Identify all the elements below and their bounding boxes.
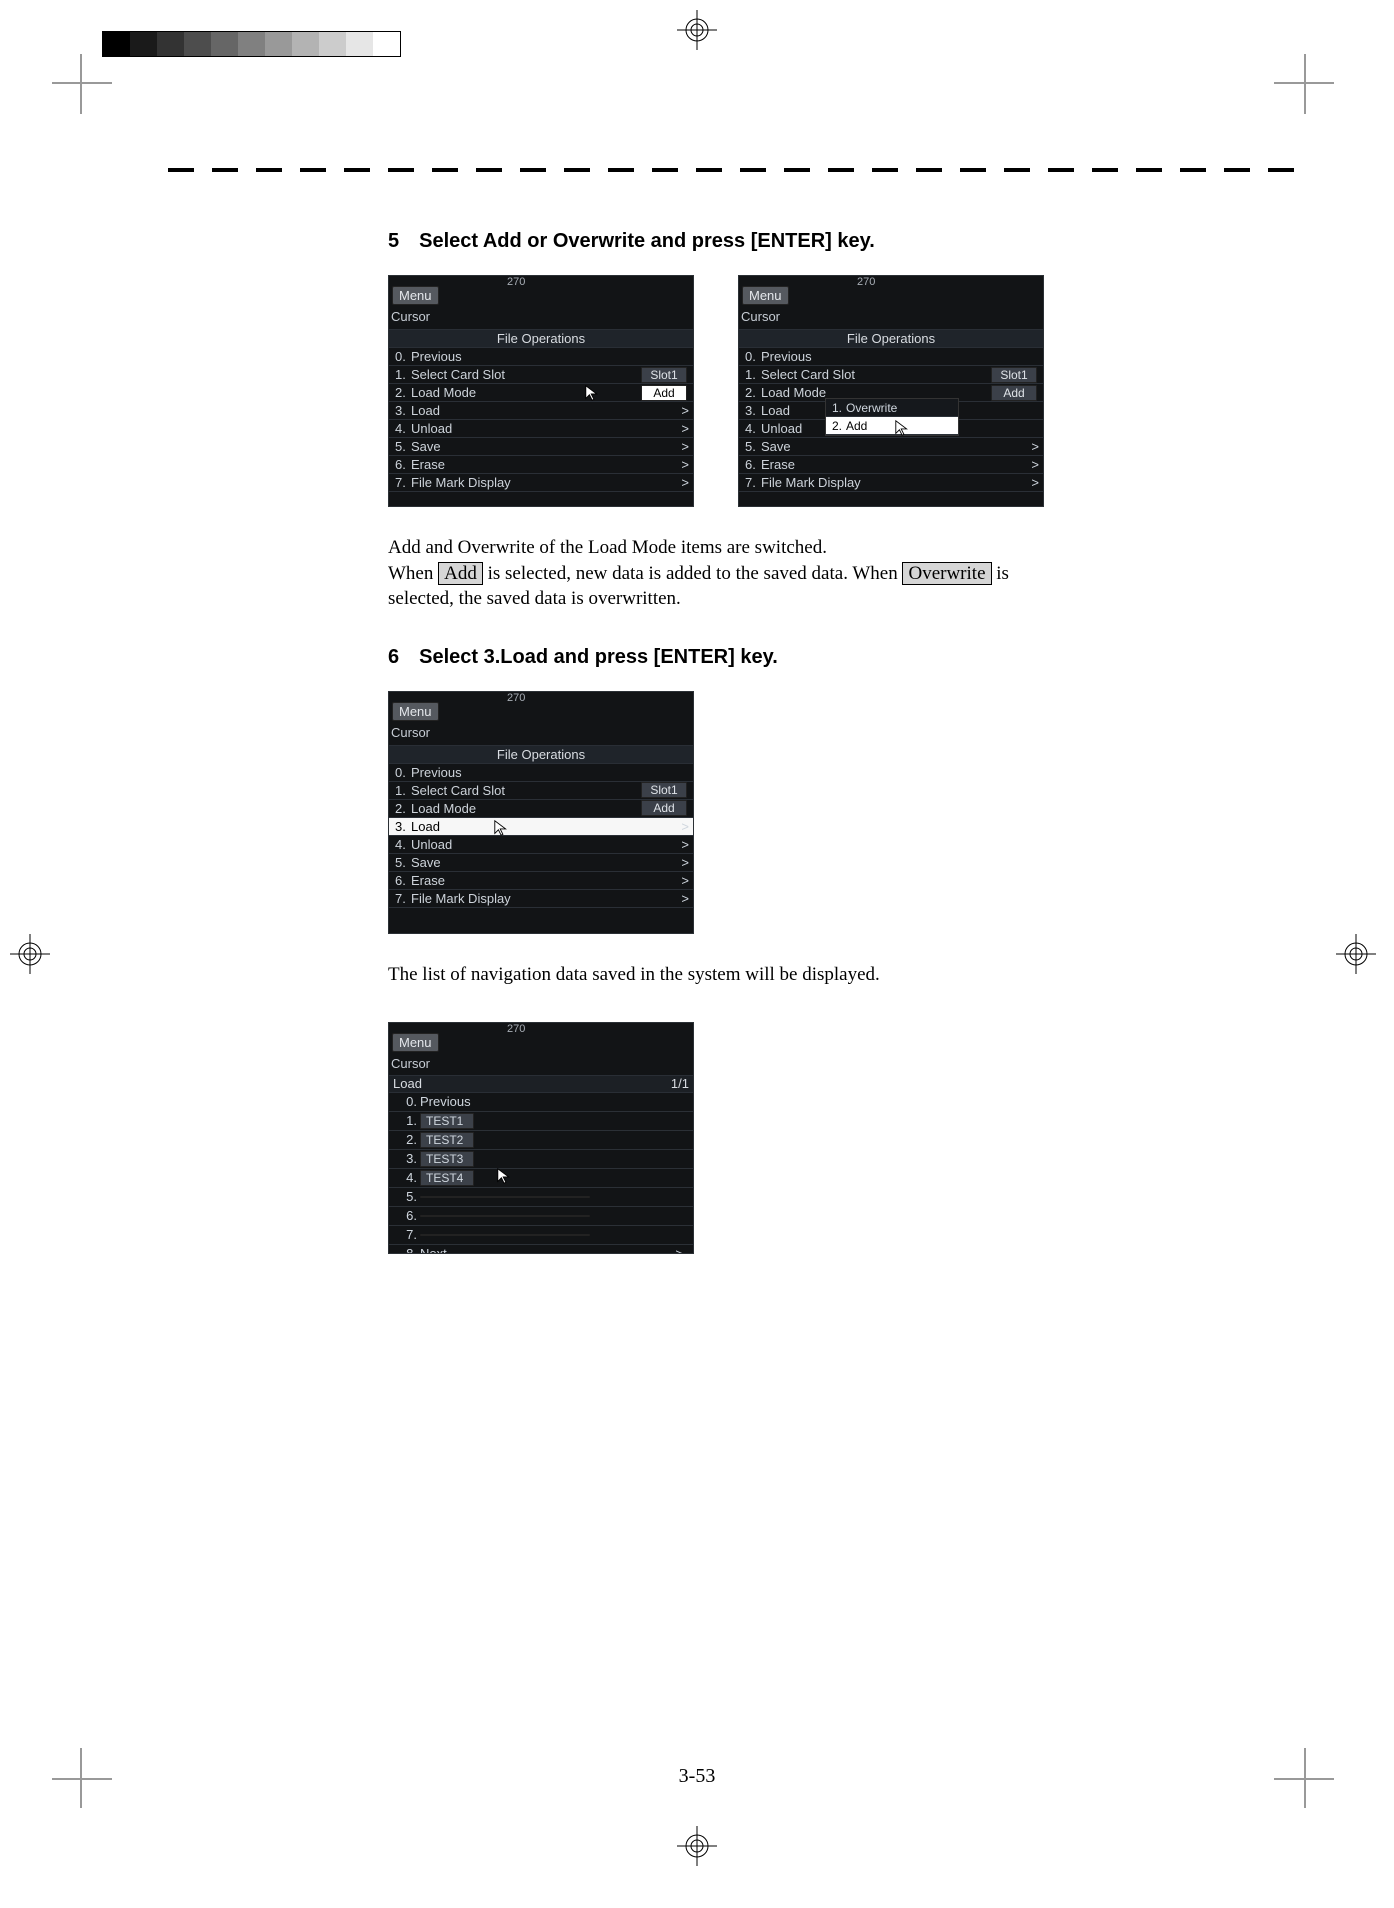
screenshot-file-operations-add: 270 Menu Cursor File Operations 0.Previo… bbox=[388, 275, 694, 507]
menu-item-select-card-slot[interactable]: 1.Select Card SlotSlot1 bbox=[389, 782, 693, 800]
load-mode-value: Add bbox=[641, 800, 687, 816]
chevron-right-icon: > bbox=[1031, 457, 1039, 472]
step-5-heading: 5 Select Add or Overwrite and press [ENT… bbox=[388, 230, 1148, 253]
cursor-pointer-icon bbox=[584, 384, 602, 402]
cursor-pointer-icon bbox=[493, 819, 511, 837]
compass-heading: 270 bbox=[507, 276, 525, 288]
menu-item-erase[interactable]: 6.Erase> bbox=[389, 872, 693, 890]
menu-item-save[interactable]: 5.Save> bbox=[389, 854, 693, 872]
load-item-next[interactable]: 8.Next> bbox=[389, 1245, 693, 1254]
compass-heading: 270 bbox=[507, 692, 525, 704]
load-item-3[interactable]: 3.TEST3 bbox=[389, 1150, 693, 1169]
menu-item-load[interactable]: 3.Load> bbox=[389, 818, 693, 836]
menu-item-select-card-slot[interactable]: 1.Select Card SlotSlot1 bbox=[389, 366, 693, 384]
menu-button[interactable]: Menu bbox=[392, 286, 439, 305]
slot-value: Slot1 bbox=[991, 367, 1037, 383]
menu-title: File Operations bbox=[389, 745, 693, 764]
menu-item-erase[interactable]: 6.Erase> bbox=[739, 456, 1043, 474]
chevron-right-icon: > bbox=[681, 819, 689, 834]
grayscale-calibration-bar bbox=[102, 31, 401, 57]
menu-item-previous[interactable]: 0.Previous bbox=[389, 764, 693, 782]
cursor-label: Cursor bbox=[391, 1056, 430, 1071]
cursor-pointer-icon bbox=[894, 419, 912, 437]
menu-item-file-mark-display[interactable]: 7.File Mark Display> bbox=[389, 474, 693, 492]
compass-heading: 270 bbox=[507, 1023, 525, 1035]
menu-item-load[interactable]: 3.Load> bbox=[389, 402, 693, 420]
load-item-1[interactable]: 1.TEST1 bbox=[389, 1112, 693, 1131]
crop-mark-icon bbox=[1274, 1748, 1354, 1828]
screenshot-file-operations-load: 270 Menu Cursor File Operations 0.Previo… bbox=[388, 691, 694, 934]
registration-mark-icon bbox=[677, 10, 717, 50]
load-mode-popup: 1.Overwrite 2.Add bbox=[825, 398, 959, 436]
chevron-right-icon: > bbox=[681, 837, 689, 852]
load-item-previous[interactable]: 0.Previous bbox=[389, 1093, 693, 1112]
registration-mark-icon bbox=[10, 934, 50, 974]
crop-mark-icon bbox=[32, 1748, 112, 1828]
step-6-heading: 6 Select 3.Load and press [ENTER] key. bbox=[388, 646, 1148, 669]
menu-item-save[interactable]: 5.Save> bbox=[739, 438, 1043, 456]
step-number: 5 bbox=[388, 230, 399, 253]
menu-item-file-mark-display[interactable]: 7.File Mark Display> bbox=[389, 890, 693, 908]
step-6-explanation: The list of navigation data saved in the… bbox=[388, 962, 1148, 988]
chevron-right-icon: > bbox=[681, 403, 689, 418]
popup-option-overwrite[interactable]: 1.Overwrite bbox=[826, 399, 958, 417]
menu-button[interactable]: Menu bbox=[392, 702, 439, 721]
menu-item-previous[interactable]: 0.Previous bbox=[739, 348, 1043, 366]
chevron-right-icon: > bbox=[681, 457, 689, 472]
menu-item-load-mode[interactable]: 2.Load ModeAdd bbox=[389, 800, 693, 818]
menu-title: File Operations bbox=[389, 329, 693, 348]
menu-item-erase[interactable]: 6.Erase> bbox=[389, 456, 693, 474]
section-divider-rule bbox=[168, 168, 1308, 172]
cursor-pointer-icon bbox=[496, 1167, 514, 1185]
menu-item-previous[interactable]: 0.Previous bbox=[389, 348, 693, 366]
load-item-7[interactable]: 7. bbox=[389, 1226, 693, 1245]
load-item-6[interactable]: 6. bbox=[389, 1207, 693, 1226]
load-item-2[interactable]: 2.TEST2 bbox=[389, 1131, 693, 1150]
step-title: Select Add or Overwrite and press [ENTER… bbox=[419, 230, 875, 253]
chevron-right-icon: > bbox=[681, 891, 689, 906]
menu-item-save[interactable]: 5.Save> bbox=[389, 438, 693, 456]
popup-option-add[interactable]: 2.Add bbox=[826, 417, 958, 435]
menu-button[interactable]: Menu bbox=[742, 286, 789, 305]
menu-item-file-mark-display[interactable]: 7.File Mark Display> bbox=[739, 474, 1043, 492]
menu-item-unload[interactable]: 4.Unload> bbox=[389, 420, 693, 438]
step-number: 6 bbox=[388, 646, 399, 669]
registration-mark-icon bbox=[677, 1826, 717, 1866]
compass-heading: 270 bbox=[857, 276, 875, 288]
load-mode-value: Add bbox=[641, 385, 687, 401]
slot-value: Slot1 bbox=[641, 782, 687, 798]
chevron-right-icon: > bbox=[681, 855, 689, 870]
load-item-4[interactable]: 4.TEST4 bbox=[389, 1169, 693, 1188]
cursor-label: Cursor bbox=[391, 725, 430, 740]
step-5-explanation: Add and Overwrite of the Load Mode items… bbox=[388, 535, 1148, 612]
chevron-right-icon: > bbox=[681, 421, 689, 436]
cursor-label: Cursor bbox=[741, 309, 780, 324]
crop-mark-icon bbox=[1274, 34, 1354, 114]
add-button-reference: Add bbox=[438, 562, 483, 586]
screenshot-file-operations-popup: 270 Menu Cursor File Operations 0.Previo… bbox=[738, 275, 1044, 507]
slot-value: Slot1 bbox=[641, 367, 687, 383]
menu-item-load-mode[interactable]: 2.Load ModeAdd bbox=[389, 384, 693, 402]
chevron-right-icon: > bbox=[681, 475, 689, 490]
registration-mark-icon bbox=[1336, 934, 1376, 974]
menu-item-select-card-slot[interactable]: 1.Select Card SlotSlot1 bbox=[739, 366, 1043, 384]
overwrite-button-reference: Overwrite bbox=[902, 562, 991, 586]
crop-mark-icon bbox=[32, 34, 112, 114]
screenshot-load-list: 270 Menu Cursor Load 1/1 0.Previous 1.TE… bbox=[388, 1022, 694, 1254]
chevron-right-icon: > bbox=[1031, 475, 1039, 490]
page-number: 3-53 bbox=[679, 1765, 716, 1788]
screen-title: Load bbox=[393, 1076, 422, 1091]
menu-button[interactable]: Menu bbox=[392, 1033, 439, 1052]
chevron-right-icon: > bbox=[675, 1246, 683, 1254]
menu-item-unload[interactable]: 4.Unload> bbox=[389, 836, 693, 854]
step-title: Select 3.Load and press [ENTER] key. bbox=[419, 646, 778, 669]
load-item-5[interactable]: 5. bbox=[389, 1188, 693, 1207]
page-indicator: 1/1 bbox=[671, 1076, 689, 1091]
cursor-label: Cursor bbox=[391, 309, 430, 324]
chevron-right-icon: > bbox=[681, 873, 689, 888]
load-mode-value: Add bbox=[991, 385, 1037, 401]
chevron-right-icon: > bbox=[1031, 439, 1039, 454]
menu-title: File Operations bbox=[739, 329, 1043, 348]
chevron-right-icon: > bbox=[681, 439, 689, 454]
